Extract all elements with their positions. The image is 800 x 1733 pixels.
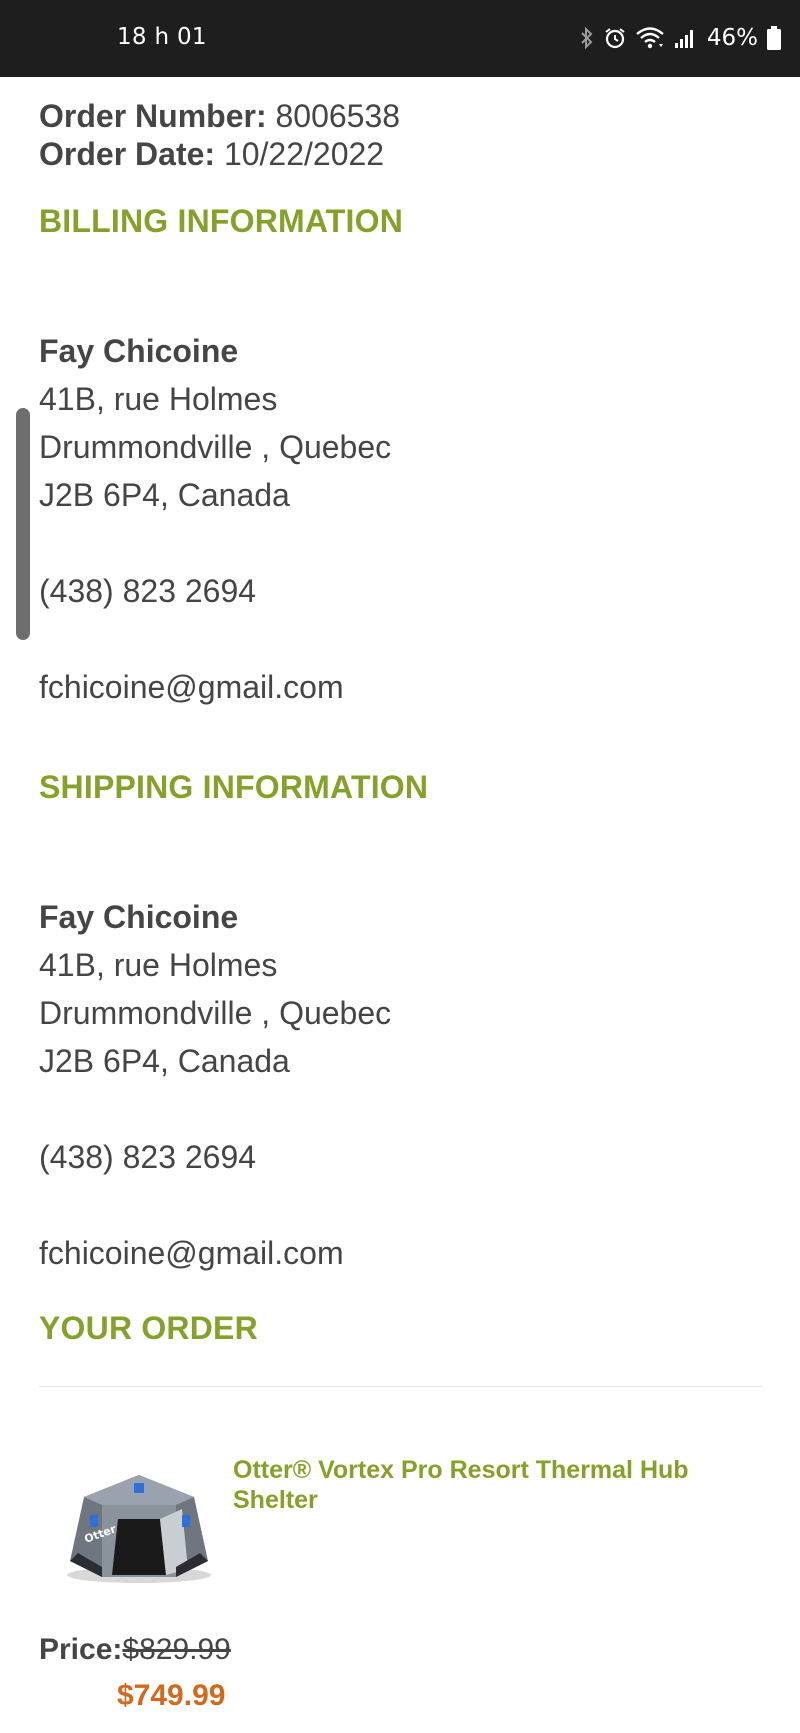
- order-number-row: Order Number: 8006538: [39, 97, 400, 135]
- billing-address: Fay Chicoine 41B, rue Holmes Drummondvil…: [39, 327, 391, 711]
- billing-heading: BILLING INFORMATION: [39, 203, 404, 239]
- price-label: Price:: [39, 1633, 123, 1666]
- shipping-email[interactable]: fchicoine@gmail.com: [39, 1229, 391, 1277]
- status-icons: 46%: [579, 22, 782, 54]
- order-date: 10/22/2022: [223, 136, 385, 172]
- battery-percent: 46%: [706, 25, 758, 51]
- price-sale: $749.99: [117, 1679, 226, 1712]
- shipping-postal: J2B 6P4, Canada: [39, 1043, 290, 1079]
- status-time: 18 h 01: [117, 24, 207, 50]
- your-order-heading: YOUR ORDER: [39, 1310, 258, 1346]
- billing-postal: J2B 6P4, Canada: [39, 477, 290, 513]
- shipping-heading: SHIPPING INFORMATION: [39, 769, 429, 805]
- order-date-row: Order Date: 10/22/2022: [39, 135, 400, 173]
- bluetooth-icon: [579, 26, 595, 50]
- billing-city: Drummondville , Quebec: [39, 429, 392, 465]
- billing-phone[interactable]: (438) 823 2694: [39, 567, 391, 615]
- alarm-icon: [603, 26, 627, 50]
- price-original: $829.99: [122, 1633, 231, 1666]
- order-meta: Order Number: 8006538 Order Date: 10/22/…: [39, 97, 400, 173]
- billing-email[interactable]: fchicoine@gmail.com: [39, 663, 391, 711]
- shipping-name: Fay Chicoine: [39, 899, 239, 935]
- shipping-street: 41B, rue Holmes: [39, 947, 278, 983]
- order-number: 8006538: [275, 98, 401, 134]
- billing-street: 41B, rue Holmes: [39, 381, 278, 417]
- battery-icon: [766, 25, 782, 51]
- product-image[interactable]: Otter: [56, 1457, 222, 1587]
- shipping-city: Drummondville , Quebec: [39, 995, 392, 1031]
- billing-name: Fay Chicoine: [39, 333, 239, 369]
- product-name-link[interactable]: Otter® Vortex Pro Resort Thermal Hub She…: [233, 1455, 743, 1515]
- wifi-icon: [635, 26, 665, 50]
- price-row: Price:$829.99: [39, 1633, 231, 1667]
- shipping-phone[interactable]: (438) 823 2694: [39, 1133, 391, 1181]
- order-number-label: Order Number:: [39, 98, 267, 134]
- signal-icon: [673, 26, 697, 50]
- divider: [39, 1386, 763, 1387]
- shipping-address: Fay Chicoine 41B, rue Holmes Drummondvil…: [39, 893, 391, 1277]
- scrollbar[interactable]: [16, 408, 30, 640]
- status-bar: 18 h 01 46%: [0, 0, 800, 77]
- order-date-label: Order Date:: [39, 136, 216, 172]
